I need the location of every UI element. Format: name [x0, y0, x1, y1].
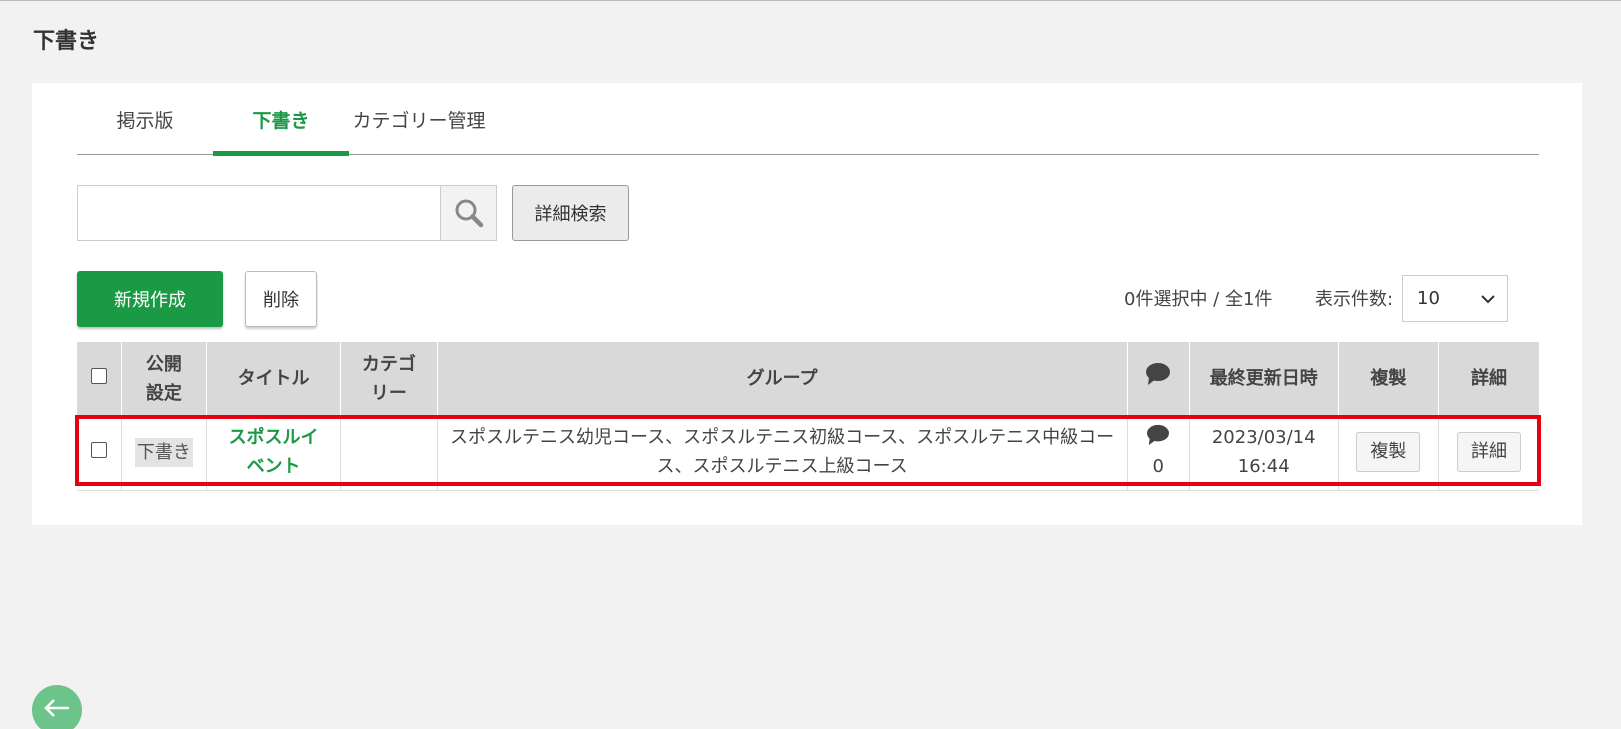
row-status-cell: 下書き — [121, 415, 207, 491]
updated-date: 2023/03/14 — [1211, 427, 1316, 449]
arrow-left-icon — [44, 699, 69, 717]
tab-bar: 掲示版 下書き カテゴリー管理 — [77, 83, 1539, 156]
tab-drafts[interactable]: 下書き — [213, 83, 349, 156]
status-badge: 下書き — [134, 437, 193, 467]
header-group: グループ — [437, 342, 1128, 415]
header-duplicate: 複製 — [1338, 342, 1440, 415]
select-all-cell — [77, 342, 122, 415]
header-title: タイトル — [206, 342, 342, 415]
row-category-cell — [340, 415, 438, 491]
detail-button[interactable]: 詳細 — [1457, 432, 1522, 473]
header-detail: 詳細 — [1438, 342, 1539, 415]
delete-button[interactable]: 削除 — [245, 271, 317, 327]
row-title-cell: スポスルイベント — [206, 415, 342, 491]
comment-icon — [1146, 363, 1171, 385]
per-page-value: 10 — [1417, 288, 1440, 309]
post-title-link[interactable]: スポスルイベント — [229, 427, 319, 477]
drafts-table: 公開設定 タイトル カテゴリー グループ 最終更新日時 複製 詳細 下書き スポ… — [77, 342, 1539, 491]
table-row: 下書き スポスルイベント スポスルテニス幼児コース、スポスルテニス初級コース、ス… — [77, 415, 1539, 491]
search-button[interactable] — [440, 186, 496, 240]
row-detail-cell: 詳細 — [1438, 415, 1539, 491]
row-updated-cell: 2023/03/14 16:44 — [1189, 415, 1339, 491]
tab-bulletin[interactable]: 掲示版 — [77, 83, 213, 155]
row-comments-cell: 0 — [1127, 415, 1190, 491]
tab-category-management[interactable]: カテゴリー管理 — [349, 83, 489, 155]
header-updated: 最終更新日時 — [1189, 342, 1339, 415]
row-select-cell — [77, 415, 122, 491]
row-checkbox[interactable] — [90, 441, 107, 458]
search-icon — [455, 199, 483, 228]
header-category: カテゴリー — [340, 342, 438, 415]
advanced-search-button[interactable]: 詳細検索 — [512, 185, 629, 241]
chevron-down-icon — [1481, 294, 1495, 303]
back-button[interactable] — [32, 685, 82, 729]
updated-time: 16:44 — [1237, 456, 1290, 478]
main-panel: 掲示版 下書き カテゴリー管理 詳細検索 新規作成 削除 0件選択中 / 全1件… — [32, 83, 1582, 525]
row-duplicate-cell: 複製 — [1338, 415, 1440, 491]
select-all-checkbox[interactable] — [90, 368, 107, 384]
header-comments — [1127, 342, 1190, 415]
search-box — [77, 185, 497, 241]
duplicate-button[interactable]: 複製 — [1356, 432, 1421, 473]
new-post-button[interactable]: 新規作成 — [77, 271, 223, 327]
header-visibility: 公開設定 — [121, 342, 207, 415]
table-header-row: 公開設定 タイトル カテゴリー グループ 最終更新日時 複製 詳細 — [77, 342, 1539, 415]
comment-count: 0 — [1152, 455, 1164, 477]
page-title: 下書き — [33, 29, 100, 54]
row-group-cell: スポスルテニス幼児コース、スポスルテニス初級コース、スポスルテニス中級コース、ス… — [437, 415, 1128, 491]
per-page-label: 表示件数: — [1315, 289, 1394, 310]
search-input[interactable] — [78, 186, 440, 240]
comment-icon — [1147, 424, 1170, 445]
selection-count: 0件選択中 / 全1件 — [1124, 289, 1273, 310]
per-page-select[interactable]: 10 — [1402, 275, 1508, 322]
